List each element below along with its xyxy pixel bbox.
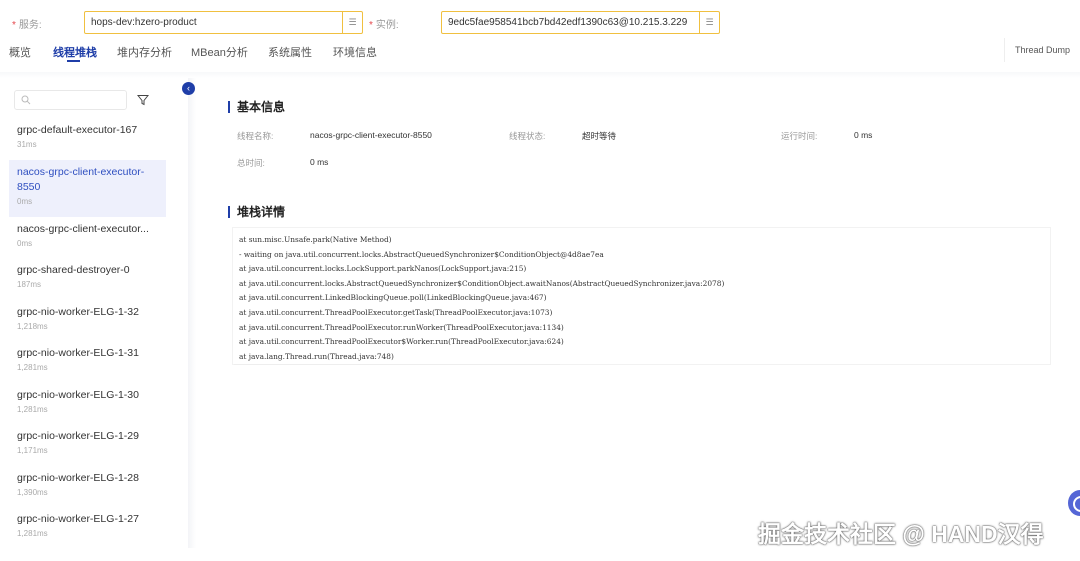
thread-state-label: 线程状态:	[509, 131, 546, 141]
list-item[interactable]: grpc-shared-destroyer-0 187ms	[9, 258, 166, 300]
list-item[interactable]: grpc-nio-worker-ELG-1-29 1,171ms	[9, 424, 166, 466]
run-time-label: 运行时间:	[781, 131, 818, 141]
thread-dump-button[interactable]: Thread Dump	[1004, 38, 1080, 62]
stack-underline	[234, 364, 560, 365]
stack-line: at java.util.concurrent.LinkedBlockingQu…	[239, 293, 547, 303]
thread-duration: 1,171ms	[17, 446, 48, 455]
filter-bar: * 服务: hops-dev:hzero-product ☰ * 实例: 9edc5…	[0, 0, 1080, 44]
stack-line: at java.util.concurrent.ThreadPoolExecut…	[239, 322, 564, 332]
total-time-label: 总时间:	[237, 158, 265, 168]
thread-duration: 1,281ms	[17, 363, 48, 372]
service-select[interactable]: hops-dev:hzero-product ☰	[84, 11, 363, 34]
thread-search-input[interactable]	[14, 90, 127, 110]
stack-line: at java.util.concurrent.ThreadPoolExecut…	[239, 337, 564, 347]
total-time-value: 0 ms	[310, 157, 329, 167]
instance-label: * 实例:	[369, 20, 399, 31]
search-icon	[21, 95, 31, 105]
list-item[interactable]: grpc-nio-worker-ELG-1-27 1,281ms	[9, 507, 166, 549]
active-tab-indicator	[67, 60, 80, 62]
thread-name: nacos-grpc-client-executor...	[17, 222, 149, 235]
basic-info-title: 基本信息	[228, 101, 285, 113]
service-label: * 服务:	[12, 20, 42, 31]
tab-heap-analysis[interactable]: 堆内存分析	[117, 44, 172, 60]
tab-bar: 概览 线程堆栈 堆内存分析 MBean分析 系统属性 环境信息	[0, 40, 1080, 68]
thread-name: grpc-nio-worker-ELG-1-31	[17, 347, 139, 359]
stack-line: at java.util.concurrent.locks.LockSuppor…	[239, 264, 527, 274]
thread-name: grpc-nio-worker-ELG-1-28	[17, 471, 139, 484]
thread-duration: 1,281ms	[17, 404, 48, 414]
list-icon[interactable]: ☰	[699, 12, 719, 33]
list-item[interactable]: nacos-grpc-client-executor... 0ms	[9, 217, 166, 259]
list-item[interactable]: grpc-nio-worker-ELG-1-30 1,281ms	[9, 383, 166, 425]
stack-line: - waiting on java.util.concurrent.locks.…	[239, 249, 604, 259]
list-icon[interactable]: ☰	[342, 12, 362, 33]
tab-system-properties[interactable]: 系统属性	[268, 44, 312, 60]
thread-duration: 1,390ms	[17, 487, 48, 497]
stack-trace-panel: at sun.misc.Unsafe.park(Native Method) -…	[232, 227, 1051, 365]
list-item[interactable]: grpc-default-executor-167 31ms	[9, 118, 166, 160]
stack-line: at java.util.concurrent.locks.AbstractQu…	[239, 278, 725, 288]
thread-name: nacos-grpc-client-executor-8550	[17, 165, 145, 193]
thread-name: grpc-nio-worker-ELG-1-30	[17, 388, 139, 401]
thread-name: grpc-nio-worker-ELG-1-29	[17, 430, 139, 442]
collapse-sidebar-icon[interactable]: ‹	[182, 82, 195, 95]
list-item[interactable]: grpc-nio-worker-ELG-1-31 1,281ms	[9, 341, 166, 383]
thread-name: grpc-nio-worker-ELG-1-32	[17, 305, 139, 318]
instance-select[interactable]: 9edc5fae958541bcb7bd42edf1390c63@10.215.…	[441, 11, 720, 34]
list-item[interactable]: grpc-nio-worker-ELG-1-32 1,218ms	[9, 300, 166, 342]
tab-environment[interactable]: 环境信息	[333, 44, 377, 60]
thread-name: grpc-shared-destroyer-0	[17, 264, 130, 276]
service-value: hops-dev:hzero-product	[91, 17, 197, 28]
stack-line: at java.util.concurrent.ThreadPoolExecut…	[239, 307, 553, 317]
filter-icon[interactable]	[137, 94, 149, 106]
list-item[interactable]: grpc-nio-worker-ELG-1-28 1,390ms	[9, 466, 166, 508]
tab-overview[interactable]: 概览	[9, 44, 31, 60]
thread-name-value: nacos-grpc-client-executor-8550	[310, 130, 432, 140]
thread-duration: 1,281ms	[17, 529, 48, 538]
thread-duration: 31ms	[17, 140, 37, 149]
thread-state-value: 超时等待	[582, 131, 617, 141]
thread-duration: 187ms	[17, 280, 42, 289]
stack-line: at java.lang.Thread.run(Thread.java:748)	[239, 351, 394, 361]
thread-duration: 0ms	[17, 238, 33, 248]
thread-name: grpc-nio-worker-ELG-1-27	[17, 513, 139, 525]
list-item-selected[interactable]: nacos-grpc-client-executor-8550 0ms	[9, 159, 166, 217]
run-time-value: 0 ms	[854, 130, 873, 140]
help-float-icon[interactable]	[1068, 490, 1080, 516]
instance-value: 9edc5fae958541bcb7bd42edf1390c63@10.215.…	[448, 17, 688, 28]
watermark: 掘金技术社区 @ HAND汉得	[758, 521, 1044, 547]
thread-duration: 0ms	[17, 196, 33, 206]
sidebar-divider	[188, 78, 196, 548]
tab-thread-stack[interactable]: 线程堆栈	[53, 44, 97, 60]
thread-list: grpc-default-executor-167 31ms nacos-grp…	[9, 118, 166, 549]
tab-mbean[interactable]: MBean分析	[191, 44, 248, 60]
stack-details-title: 堆栈详情	[228, 206, 285, 218]
stack-line: at sun.misc.Unsafe.park(Native Method)	[239, 235, 392, 244]
thread-duration: 1,218ms	[17, 321, 48, 331]
thread-name: grpc-default-executor-167	[17, 124, 138, 136]
thread-name-label: 线程名称:	[237, 131, 274, 141]
thread-sidebar: grpc-default-executor-167 31ms nacos-grp…	[0, 78, 182, 561]
